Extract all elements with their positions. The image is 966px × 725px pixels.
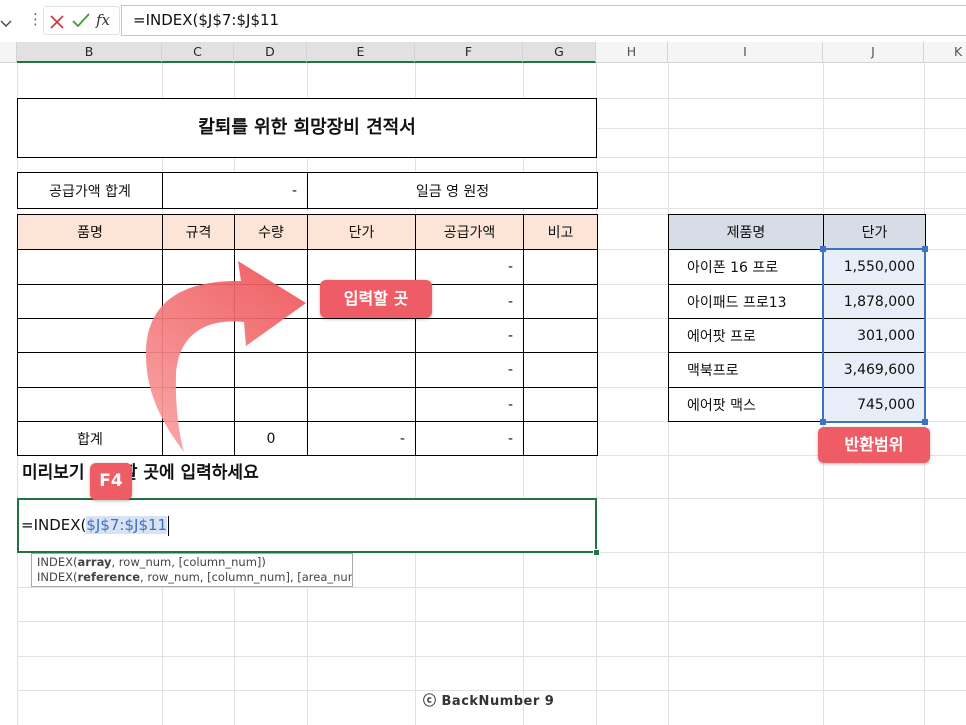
cell-total-supply-amount[interactable]: - — [415, 421, 524, 456]
cell-item-name[interactable] — [17, 249, 163, 285]
cell-remarks[interactable] — [523, 284, 598, 319]
return-range-badge: 반환범위 — [818, 427, 930, 463]
quote-table: 품명 규격 수량 단가 공급가액 비고 - - - - - 합계 0 - - — [17, 214, 598, 456]
cell-total-remarks[interactable] — [523, 421, 598, 456]
cell-quantity[interactable] — [234, 318, 308, 353]
cell-spec[interactable] — [162, 387, 235, 422]
tooltip-arguments: , row_num, [column_num]) — [111, 555, 266, 569]
cell-product-name[interactable]: 아이폰 16 프로 — [668, 249, 824, 285]
summary-row: 공급가액 합계 - 일금 영 원정 — [17, 172, 598, 209]
supply-summary-table: 공급가액 합계 - 일금 영 원정 — [17, 172, 598, 209]
cell-remarks[interactable] — [523, 318, 598, 353]
cell-total-spec[interactable] — [162, 421, 235, 456]
tooltip-line[interactable]: INDEX(array, row_num, [column_num]) — [37, 555, 347, 570]
text-cursor — [168, 515, 170, 536]
cell-quantity[interactable] — [234, 249, 308, 285]
header-spec[interactable]: 규격 — [162, 214, 235, 250]
fill-handle[interactable] — [593, 549, 600, 556]
cell-spec[interactable] — [162, 352, 235, 388]
quote-table-row: - — [17, 387, 598, 422]
quote-table-header-row: 품명 규격 수량 단가 공급가액 비고 — [17, 214, 598, 250]
cell-supply-amount[interactable]: - — [415, 387, 524, 422]
cell-quantity[interactable] — [234, 284, 308, 319]
cell-quantity[interactable] — [234, 352, 308, 388]
cell-item-name[interactable] — [17, 318, 163, 353]
input-location-badge: 입력할 곳 — [320, 280, 432, 318]
cell-spec[interactable] — [162, 249, 235, 285]
tooltip-arguments: , row_num, [column_num], [area_num]) — [140, 570, 353, 584]
cell-product-name[interactable]: 아이패드 프로13 — [668, 284, 824, 319]
formula-entry-cell[interactable]: =INDEX($J$7:$J$11 — [17, 498, 597, 553]
cell-unit-price[interactable] — [307, 387, 416, 422]
range-handle-bottom-right[interactable] — [922, 419, 928, 425]
cell-supply-amount[interactable]: - — [415, 352, 524, 388]
cell-unit-price[interactable] — [307, 352, 416, 388]
quote-table-total-row: 합계 0 - - — [17, 421, 598, 456]
quote-table-row: - — [17, 284, 598, 319]
tooltip-function-name: INDEX( — [37, 555, 78, 569]
cell-remarks[interactable] — [523, 352, 598, 388]
cell-summary-amount-text[interactable]: 일금 영 원정 — [307, 172, 598, 209]
formula-prefix: =INDEX( — [21, 516, 87, 534]
cell-product-name[interactable]: 에어팟 맥스 — [668, 387, 824, 422]
cell-summary-value[interactable]: - — [162, 172, 308, 209]
cell-supply-amount[interactable]: - — [415, 249, 524, 285]
referenced-range-highlight — [820, 246, 928, 425]
cell-unit-price[interactable] — [307, 318, 416, 353]
watermark: ⓒ BackNumber 9 — [423, 694, 555, 709]
range-handle-top-left[interactable] — [820, 246, 826, 252]
cell-product-name[interactable]: 에어팟 프로 — [668, 318, 824, 353]
tooltip-current-argument: array — [77, 555, 112, 569]
quote-table-row: - — [17, 249, 598, 285]
cell-remarks[interactable] — [523, 249, 598, 285]
cell-item-name[interactable] — [17, 284, 163, 319]
cell-spec[interactable] — [162, 318, 235, 353]
quote-table-row: - — [17, 352, 598, 388]
tooltip-line[interactable]: INDEX(reference, row_num, [column_num], … — [37, 570, 352, 585]
cell-summary-label[interactable]: 공급가액 합계 — [17, 172, 163, 209]
cell-total-quantity[interactable]: 0 — [234, 421, 308, 456]
quote-title[interactable]: 칼퇴를 위한 희망장비 견적서 — [17, 98, 597, 158]
cell-quantity[interactable] — [234, 387, 308, 422]
header-remarks[interactable]: 비고 — [523, 214, 598, 250]
cell-spec[interactable] — [162, 284, 235, 319]
header-product-name[interactable]: 제품명 — [668, 214, 824, 250]
tooltip-function-name: INDEX( — [37, 570, 78, 584]
cell-remarks[interactable] — [523, 387, 598, 422]
range-reference: $J$7:$J$11 — [86, 516, 168, 534]
cell-item-name[interactable] — [17, 387, 163, 422]
header-quantity[interactable]: 수량 — [234, 214, 308, 250]
tooltip-current-argument: reference — [77, 570, 141, 584]
cell-supply-amount[interactable]: - — [415, 318, 524, 353]
price-table-header-row: 제품명 단가 — [668, 214, 926, 250]
cell-total-unit-price[interactable]: - — [307, 421, 416, 456]
f4-key-badge: F4 — [90, 463, 132, 500]
range-handle-bottom-left[interactable] — [820, 419, 826, 425]
cell-total-label[interactable]: 합계 — [17, 421, 163, 456]
header-supply-amount[interactable]: 공급가액 — [415, 214, 524, 250]
header-price[interactable]: 단가 — [823, 214, 926, 250]
function-tooltip: INDEX(array, row_num, [column_num]) INDE… — [31, 553, 353, 587]
header-item-name[interactable]: 품명 — [17, 214, 163, 250]
header-unit-price[interactable]: 단가 — [307, 214, 416, 250]
cell-item-name[interactable] — [17, 352, 163, 388]
instruction-text: 미리보기 입력할 곳에 입력하세요 — [22, 463, 259, 483]
range-handle-top-right[interactable] — [922, 246, 928, 252]
quote-table-row: - — [17, 318, 598, 353]
cell-product-name[interactable]: 맥북프로 — [668, 352, 824, 388]
